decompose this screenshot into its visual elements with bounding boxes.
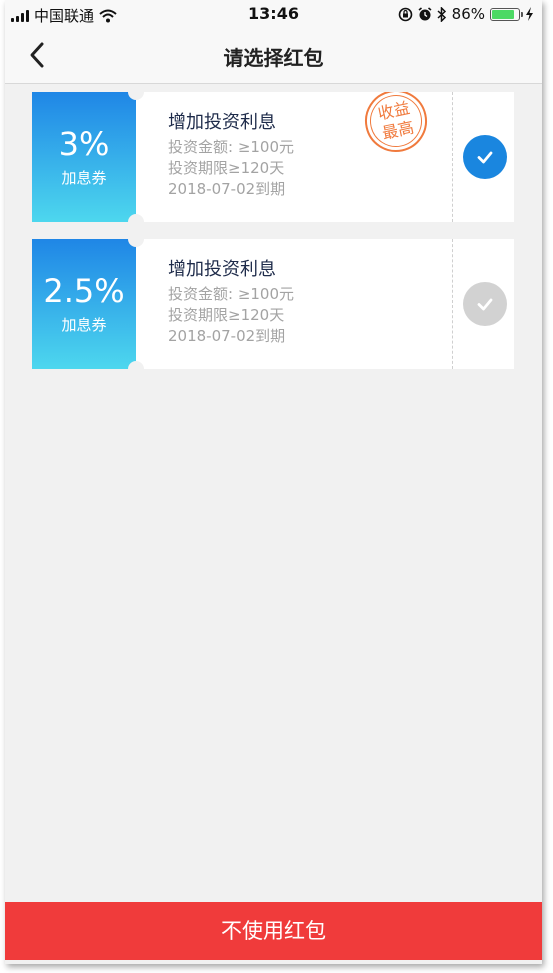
stamp-line-1: 收益 xyxy=(376,98,412,124)
coupon-title: 增加投资利息 xyxy=(168,259,276,280)
page-title: 请选择红包 xyxy=(223,46,324,70)
coupon-info: 增加投资利息 投资金额: ≥100元 投资期限≥120天 2018-07-02到… xyxy=(168,112,294,200)
no-red-packet-button[interactable]: 不使用红包 xyxy=(5,902,542,960)
alarm-icon xyxy=(418,6,432,20)
coupon-divider xyxy=(452,239,453,369)
status-right: 86% xyxy=(398,5,534,23)
coupon-card[interactable]: 2.5% 加息券 增加投资利息 投资金额: ≥100元 投资期限≥120天 20… xyxy=(32,239,514,369)
nav-bar: 请选择红包 xyxy=(5,28,542,84)
coupon-stub: 2.5% 加息券 xyxy=(32,239,136,369)
highest-yield-stamp: 收益 最高 xyxy=(359,92,433,158)
screen-lock-icon xyxy=(398,7,412,21)
coupon-amount: 投资金额: ≥100元 xyxy=(168,138,295,156)
coupon-title: 增加投资利息 xyxy=(168,112,276,133)
battery-icon xyxy=(490,7,523,21)
coupon-expiry: 2018-07-02到期 xyxy=(168,180,286,198)
stamp-line-2: 最高 xyxy=(380,117,416,143)
battery-percent: 86% xyxy=(451,5,485,23)
phone-screen: 中国联通 13:46 86% 请选择红包 3% 加息券 增加投资利息 投资金额:… xyxy=(5,0,542,964)
coupon-type: 加息券 xyxy=(61,169,107,187)
coupon-rate: 3% xyxy=(58,125,110,163)
coupon-expiry: 2018-07-02到期 xyxy=(168,327,286,345)
coupon-info: 增加投资利息 投资金额: ≥100元 投资期限≥120天 2018-07-02到… xyxy=(168,259,294,347)
coupon-type: 加息券 xyxy=(61,316,107,334)
coupon-rate: 2.5% xyxy=(43,272,125,310)
coupon-amount: 投资金额: ≥100元 xyxy=(168,285,295,303)
coupon-select-checkbox[interactable] xyxy=(463,135,507,179)
coupon-notch xyxy=(128,214,144,222)
coupon-notch xyxy=(128,361,144,369)
coupon-card[interactable]: 3% 加息券 增加投资利息 投资金额: ≥100元 投资期限≥120天 2018… xyxy=(32,92,514,222)
checkmark-icon xyxy=(477,298,493,311)
charging-icon xyxy=(526,7,533,21)
status-bar: 中国联通 13:46 86% xyxy=(5,0,542,28)
coupon-divider xyxy=(452,92,453,222)
coupon-period: 投资期限≥120天 xyxy=(168,306,285,324)
checkmark-icon xyxy=(477,151,493,164)
coupon-period: 投资期限≥120天 xyxy=(168,159,285,177)
coupon-select-checkbox[interactable] xyxy=(463,282,507,326)
bluetooth-icon xyxy=(437,6,446,22)
coupon-stub: 3% 加息券 xyxy=(32,92,136,222)
